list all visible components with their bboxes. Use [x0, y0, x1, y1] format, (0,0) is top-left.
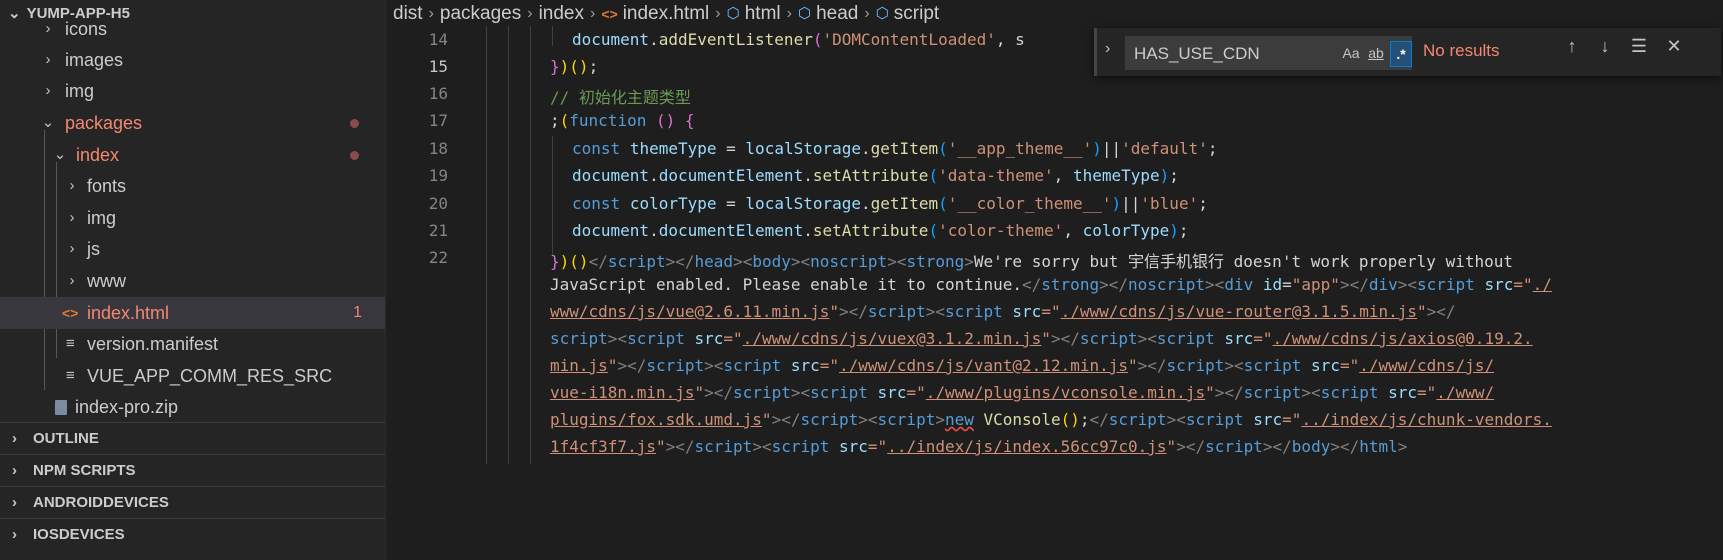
chevron-right-icon: ›	[527, 5, 533, 22]
breadcrumb: dist › packages › index › <> index.html …	[393, 0, 939, 28]
breadcrumb-index[interactable]: index	[539, 0, 584, 28]
indent-guide	[530, 26, 531, 464]
explorer-sidebar: ⌄ YUMP-APP-H5 › icons › images › img ⌄ p…	[0, 0, 386, 560]
line-number: 14	[428, 30, 448, 49]
code-line-21: document.documentElement.setAttribute('c…	[572, 221, 1189, 240]
tree-item-version-manifest[interactable]: ≡ version.manifest	[0, 328, 385, 360]
chevron-right-icon: ›	[45, 20, 51, 37]
indent-guide	[486, 26, 487, 464]
breadcrumb-head[interactable]: head	[816, 0, 858, 28]
code-line-22-wrap-3: www/cdns/js/vue@2.6.11.min.js"></script>…	[550, 302, 1456, 321]
code-line-22-wrap-4: script><script src="./www/cdns/js/vuex@3…	[550, 329, 1533, 348]
tree-item-img[interactable]: › img	[0, 75, 385, 107]
breadcrumb-script[interactable]: script	[894, 0, 939, 28]
regex-toggle[interactable]: .*	[1390, 41, 1412, 67]
code-editor[interactable]: 14 15 16 17 18 19 20 21 22 document.addE…	[386, 26, 1723, 560]
modified-dot-icon	[350, 119, 359, 128]
line-number: 18	[428, 139, 448, 158]
html-file-icon: <>	[601, 6, 618, 22]
symbol-cube-icon: ⬡	[797, 5, 812, 22]
code-line-14: document.addEventListener('DOMContentLoa…	[572, 30, 1025, 49]
chevron-right-icon: ›	[786, 5, 792, 22]
breadcrumb-packages[interactable]: packages	[440, 0, 521, 28]
tree-item-www[interactable]: › www	[0, 265, 385, 297]
code-line-22-wrap-6: vue-i18n.min.js"></script><script src=".…	[550, 383, 1495, 402]
line-number: 22	[428, 248, 448, 267]
text-file-icon: ≡	[66, 335, 75, 352]
tree-item-fonts[interactable]: › fonts	[0, 170, 385, 202]
tree-item-img[interactable]: › img	[0, 202, 385, 234]
code-line-22-wrap-5: min.js"></script><script src="./www/cdns…	[550, 356, 1495, 375]
code-line-16: // 初始化主题类型	[550, 88, 691, 107]
code-line-18: const themeType = localStorage.getItem('…	[572, 139, 1218, 158]
find-widget: › Aa ab .* No results ↑ ↓ ☰ ✕	[1094, 28, 1721, 76]
tree-item-images[interactable]: › images	[0, 44, 385, 76]
chevron-right-icon: ›	[864, 5, 870, 22]
find-input-box: Aa ab .*	[1125, 36, 1412, 71]
chevron-right-icon: ›	[12, 526, 17, 543]
line-number: 16	[428, 84, 448, 103]
chevron-right-icon: ›	[715, 5, 721, 22]
chevron-down-icon: ⌄	[41, 114, 55, 131]
code-line-17: ;(function () {	[550, 111, 695, 130]
toggle-replace-chevron-icon[interactable]: ›	[1105, 40, 1110, 58]
breadcrumb-dist[interactable]: dist	[393, 0, 423, 28]
line-number: 21	[428, 221, 448, 240]
find-result-count: No results	[1423, 41, 1500, 60]
breadcrumb-html[interactable]: html	[745, 0, 781, 28]
problem-count-badge: 1	[353, 304, 362, 321]
chevron-down-icon: ⌄	[53, 146, 67, 163]
chevron-right-icon: ›	[45, 82, 51, 99]
find-in-selection-icon[interactable]: ☰	[1625, 36, 1653, 57]
line-number: 17	[428, 111, 448, 130]
tree-item-icons[interactable]: › icons	[0, 13, 385, 45]
chevron-right-icon: ›	[428, 5, 434, 22]
indent-guide	[552, 136, 553, 256]
chevron-right-icon: ›	[69, 240, 75, 257]
indent-guide	[508, 26, 509, 464]
chevron-right-icon: ›	[12, 462, 17, 479]
chevron-right-icon: ›	[12, 430, 17, 447]
chevron-right-icon: ›	[69, 177, 75, 194]
line-number: 20	[428, 194, 448, 213]
chevron-right-icon: ›	[69, 209, 75, 226]
code-line-22-wrap-7: plugins/fox.sdk.umd.js"></script><script…	[550, 410, 1552, 429]
symbol-cube-icon: ⬡	[726, 5, 740, 22]
breadcrumb-index-html[interactable]: index.html	[623, 0, 710, 28]
line-number: 19	[428, 166, 448, 185]
zip-file-icon	[55, 400, 67, 415]
html-file-icon: <>	[62, 305, 79, 321]
tree-item-packages[interactable]: ⌄ packages	[0, 107, 385, 139]
section-outline[interactable]: › OUTLINE	[0, 422, 385, 454]
tree-item-js[interactable]: › js	[0, 233, 385, 265]
next-match-arrow-down-icon[interactable]: ↓	[1591, 36, 1619, 57]
code-line-15: })();	[550, 57, 599, 76]
tree-item-vue-app-comm-res-src[interactable]: ≡ VUE_APP_COMM_RES_SRC	[0, 360, 385, 392]
indent-guide	[552, 26, 553, 46]
code-line-22-wrap-8: 1f4cf3f7.js"></script><script src="../in…	[550, 437, 1408, 456]
match-whole-word-toggle[interactable]: ab	[1364, 41, 1388, 65]
match-case-toggle[interactable]: Aa	[1340, 41, 1362, 65]
chevron-right-icon: ›	[69, 272, 75, 289]
modified-dot-icon	[350, 151, 359, 160]
section-androiddevices[interactable]: › ANDROIDDEVICES	[0, 486, 385, 518]
symbol-cube-icon: ⬡	[875, 5, 889, 22]
tree-item-index-pro-zip[interactable]: index-pro.zip	[0, 391, 385, 423]
section-npm-scripts[interactable]: › NPM SCRIPTS	[0, 454, 385, 486]
find-input[interactable]	[1132, 37, 1336, 71]
section-iosdevices[interactable]: › IOSDEVICES	[0, 518, 385, 550]
line-number-active: 15	[428, 57, 448, 76]
chevron-right-icon: ›	[45, 51, 51, 68]
chevron-right-icon: ›	[590, 5, 596, 22]
close-icon[interactable]: ✕	[1660, 36, 1688, 57]
previous-match-arrow-up-icon[interactable]: ↑	[1558, 36, 1586, 57]
code-line-22: })()</script></head><body><noscript><str…	[550, 252, 1514, 271]
text-file-icon: ≡	[66, 367, 75, 384]
tree-item-index[interactable]: ⌄ index	[0, 139, 385, 171]
tree-item-index-html[interactable]: <> index.html 1	[0, 297, 385, 329]
chevron-right-icon: ›	[12, 494, 17, 511]
code-line-22-wrap-2: JavaScript enabled. Please enable it to …	[550, 275, 1552, 294]
code-line-19: document.documentElement.setAttribute('d…	[572, 166, 1179, 185]
code-line-20: const colorType = localStorage.getItem('…	[572, 194, 1208, 213]
